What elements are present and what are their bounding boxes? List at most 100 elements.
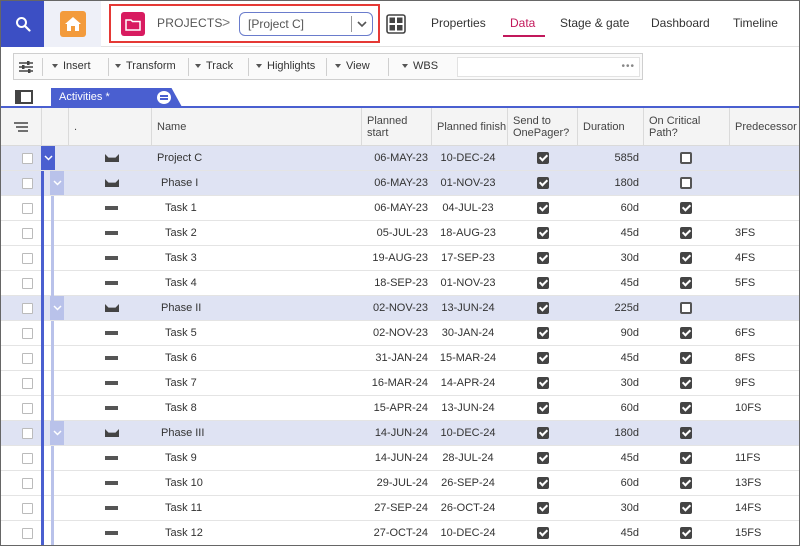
name-cell[interactable]: Phase I	[161, 171, 198, 195]
task-row[interactable]: Task 6 31-JAN-24 15-MAR-24 45d 8FS	[1, 346, 799, 371]
planned-start-cell[interactable]: 14-JUN-24	[362, 421, 428, 445]
summary-row[interactable]: Project C 06-MAY-23 10-DEC-24 585d	[1, 146, 799, 171]
predecessor-cell[interactable]: 6FS	[735, 321, 755, 345]
planned-finish-cell[interactable]: 30-JAN-24	[432, 321, 504, 345]
name-cell[interactable]: Task 10	[165, 471, 203, 495]
row-select-checkbox[interactable]	[22, 277, 33, 289]
send-to-onepager-checkbox[interactable]	[537, 477, 549, 489]
expand-toggle[interactable]	[41, 146, 55, 170]
critical-path-checkbox[interactable]	[680, 227, 692, 239]
duration-cell[interactable]: 60d	[578, 396, 639, 420]
send-to-onepager-checkbox[interactable]	[537, 177, 549, 189]
tab-data[interactable]: Data	[510, 16, 535, 30]
duration-cell[interactable]: 585d	[578, 146, 639, 170]
planned-finish-cell[interactable]: 01-NOV-23	[432, 171, 504, 195]
critical-path-checkbox[interactable]	[680, 527, 692, 539]
duration-cell[interactable]: 225d	[578, 296, 639, 320]
send-to-onepager-checkbox[interactable]	[537, 427, 549, 439]
planned-finish-cell[interactable]: 10-DEC-24	[432, 146, 504, 170]
expand-toggle[interactable]	[50, 296, 64, 320]
name-cell[interactable]: Task 7	[165, 371, 197, 395]
duration-cell[interactable]: 45d	[578, 521, 639, 545]
planned-start-cell[interactable]: 05-JUL-23	[362, 221, 428, 245]
planned-finish-cell[interactable]: 17-SEP-23	[432, 246, 504, 270]
critical-path-checkbox[interactable]	[680, 377, 692, 389]
tab-dashboard[interactable]: Dashboard	[651, 16, 710, 30]
task-row[interactable]: Task 7 16-MAR-24 14-APR-24 30d 9FS	[1, 371, 799, 396]
predecessor-cell[interactable]: 9FS	[735, 371, 755, 395]
critical-path-checkbox[interactable]	[680, 427, 692, 439]
critical-path-checkbox[interactable]	[680, 277, 692, 289]
planned-start-cell[interactable]: 16-MAR-24	[362, 371, 428, 395]
duration-cell[interactable]: 45d	[578, 271, 639, 295]
name-cell[interactable]: Phase II	[161, 296, 201, 320]
duration-cell[interactable]: 45d	[578, 221, 639, 245]
layout-grid-icon[interactable]	[386, 14, 406, 34]
expand-toggle[interactable]	[50, 171, 64, 195]
predecessor-cell[interactable]: 4FS	[735, 246, 755, 270]
name-cell[interactable]: Task 4	[165, 271, 197, 295]
planned-start-cell[interactable]: 27-SEP-24	[362, 496, 428, 520]
predecessor-cell[interactable]: 14FS	[735, 496, 761, 520]
row-select-checkbox[interactable]	[22, 227, 33, 239]
task-row[interactable]: Task 4 18-SEP-23 01-NOV-23 45d 5FS	[1, 271, 799, 296]
panel-toggle-icon[interactable]	[15, 90, 33, 104]
column-menu-cell[interactable]	[1, 108, 42, 146]
send-to-onepager-checkbox[interactable]	[537, 202, 549, 214]
task-row[interactable]: Task 10 29-JUL-24 26-SEP-24 60d 13FS	[1, 471, 799, 496]
column-header-predecessor[interactable]: Predecessor	[730, 108, 799, 146]
send-to-onepager-checkbox[interactable]	[537, 327, 549, 339]
duration-cell[interactable]: 30d	[578, 496, 639, 520]
column-header-planned-finish[interactable]: Planned finish	[432, 108, 508, 146]
highlights-menu[interactable]: Highlights	[256, 60, 315, 72]
send-to-onepager-checkbox[interactable]	[537, 302, 549, 314]
row-select-checkbox[interactable]	[22, 152, 33, 164]
search-button[interactable]	[1, 1, 44, 47]
planned-start-cell[interactable]: 29-JUL-24	[362, 471, 428, 495]
planned-start-cell[interactable]: 15-APR-24	[362, 396, 428, 420]
transform-menu[interactable]: Transform	[115, 60, 176, 72]
predecessor-cell[interactable]: 15FS	[735, 521, 761, 545]
tab-stage-gate[interactable]: Stage & gate	[560, 16, 629, 30]
send-to-onepager-checkbox[interactable]	[537, 377, 549, 389]
duration-cell[interactable]: 180d	[578, 421, 639, 445]
predecessor-cell[interactable]: 8FS	[735, 346, 755, 370]
planned-start-cell[interactable]: 19-AUG-23	[362, 246, 428, 270]
critical-path-checkbox[interactable]	[680, 477, 692, 489]
predecessor-cell[interactable]: 11FS	[735, 446, 760, 470]
task-row[interactable]: Task 8 15-APR-24 13-JUN-24 60d 10FS	[1, 396, 799, 421]
duration-cell[interactable]: 60d	[578, 471, 639, 495]
planned-finish-cell[interactable]: 10-DEC-24	[432, 521, 504, 545]
critical-path-checkbox[interactable]	[680, 452, 692, 464]
wbs-input[interactable]: •••	[457, 57, 640, 77]
duration-cell[interactable]: 180d	[578, 171, 639, 195]
column-header-dot[interactable]: .	[69, 108, 152, 146]
planned-finish-cell[interactable]: 14-APR-24	[432, 371, 504, 395]
tab-activities[interactable]: Activities *	[51, 88, 182, 107]
row-select-checkbox[interactable]	[22, 502, 33, 514]
row-select-checkbox[interactable]	[22, 527, 33, 539]
send-to-onepager-checkbox[interactable]	[537, 402, 549, 414]
row-select-checkbox[interactable]	[22, 177, 33, 189]
predecessor-cell[interactable]: 10FS	[735, 396, 761, 420]
tab-timeline[interactable]: Timeline	[733, 16, 778, 30]
planned-start-cell[interactable]: 27-OCT-24	[362, 521, 428, 545]
critical-path-checkbox[interactable]	[680, 152, 692, 164]
planned-finish-cell[interactable]: 26-OCT-24	[432, 496, 504, 520]
name-cell[interactable]: Project C	[157, 146, 202, 170]
send-to-onepager-checkbox[interactable]	[537, 502, 549, 514]
view-menu[interactable]: View	[335, 60, 370, 72]
name-cell[interactable]: Task 9	[165, 446, 197, 470]
tab-menu-icon[interactable]	[157, 91, 171, 104]
name-cell[interactable]: Task 1	[165, 196, 197, 220]
column-header-name[interactable]: Name	[152, 108, 362, 146]
name-cell[interactable]: Phase III	[161, 421, 204, 445]
summary-row[interactable]: Phase I 06-MAY-23 01-NOV-23 180d	[1, 171, 799, 196]
sliders-icon[interactable]	[18, 59, 34, 75]
planned-finish-cell[interactable]: 04-JUL-23	[432, 196, 504, 220]
duration-cell[interactable]: 60d	[578, 196, 639, 220]
planned-finish-cell[interactable]: 26-SEP-24	[432, 471, 504, 495]
planned-finish-cell[interactable]: 13-JUN-24	[432, 396, 504, 420]
row-select-checkbox[interactable]	[22, 352, 33, 364]
column-header-planned-start[interactable]: Planned start	[362, 108, 432, 146]
